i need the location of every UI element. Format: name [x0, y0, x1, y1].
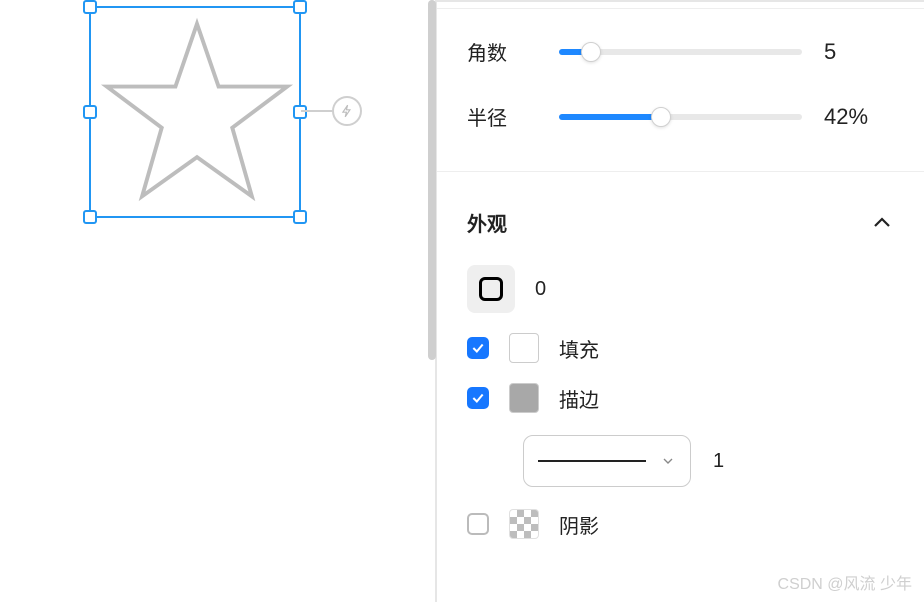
- radius-row: 半径 42%: [437, 84, 924, 149]
- canvas-area[interactable]: [0, 0, 435, 602]
- corner-radius-value[interactable]: 0: [535, 278, 546, 301]
- stroke-row-main: 描边: [437, 373, 924, 423]
- lightning-icon: [340, 103, 354, 119]
- selection-box[interactable]: [89, 6, 301, 218]
- fill-swatch[interactable]: [509, 333, 539, 363]
- corner-radius-row: 0: [437, 255, 924, 323]
- chevron-up-icon: [870, 211, 894, 235]
- quick-action-badge[interactable]: [332, 96, 362, 126]
- radius-value[interactable]: 42%: [824, 104, 894, 130]
- appearance-title: 外观: [467, 208, 507, 237]
- appearance-header[interactable]: 外观: [437, 182, 924, 255]
- stroke-width-value[interactable]: 1: [713, 450, 724, 473]
- stroke-checkbox[interactable]: [467, 387, 489, 409]
- points-value[interactable]: 5: [824, 39, 894, 65]
- corner-radius-toggle[interactable]: [467, 265, 515, 313]
- properties-panel: 角数 5 半径 42% 外观: [435, 0, 924, 602]
- stroke-line-preview: [538, 460, 646, 462]
- resize-handle-br[interactable]: [293, 210, 307, 224]
- stroke-style-row: 1: [493, 423, 924, 499]
- chevron-down-icon: [660, 453, 676, 469]
- shadow-row: 阴影: [437, 499, 924, 549]
- shadow-checkbox[interactable]: [467, 513, 489, 535]
- shadow-swatch[interactable]: [509, 509, 539, 539]
- star-shape[interactable]: [99, 16, 295, 212]
- radius-slider-thumb[interactable]: [651, 107, 671, 127]
- panel-top-divider: [437, 0, 924, 2]
- rounded-square-icon: [479, 277, 503, 301]
- stroke-label: 描边: [559, 384, 599, 413]
- shadow-label: 阴影: [559, 510, 599, 539]
- resize-handle-cl[interactable]: [83, 105, 97, 119]
- points-slider[interactable]: [559, 49, 802, 55]
- resize-handle-tr[interactable]: [293, 0, 307, 14]
- fill-row: 填充: [437, 323, 924, 373]
- points-slider-thumb[interactable]: [581, 42, 601, 62]
- radius-label: 半径: [467, 102, 537, 131]
- points-label: 角数: [467, 37, 537, 66]
- resize-handle-cr[interactable]: [293, 105, 307, 119]
- stroke-style-select[interactable]: [523, 435, 691, 487]
- fill-label: 填充: [559, 334, 599, 363]
- slider-section: 角数 5 半径 42%: [437, 8, 924, 171]
- stroke-swatch[interactable]: [509, 383, 539, 413]
- appearance-section: 外观 0 填充: [437, 171, 924, 571]
- radius-slider[interactable]: [559, 114, 802, 120]
- resize-handle-tl[interactable]: [83, 0, 97, 14]
- points-row: 角数 5: [437, 19, 924, 84]
- quick-action-connector: [301, 110, 335, 112]
- check-icon: [471, 391, 485, 405]
- scrollbar-vertical[interactable]: [428, 0, 436, 360]
- check-icon: [471, 341, 485, 355]
- resize-handle-bl[interactable]: [83, 210, 97, 224]
- fill-checkbox[interactable]: [467, 337, 489, 359]
